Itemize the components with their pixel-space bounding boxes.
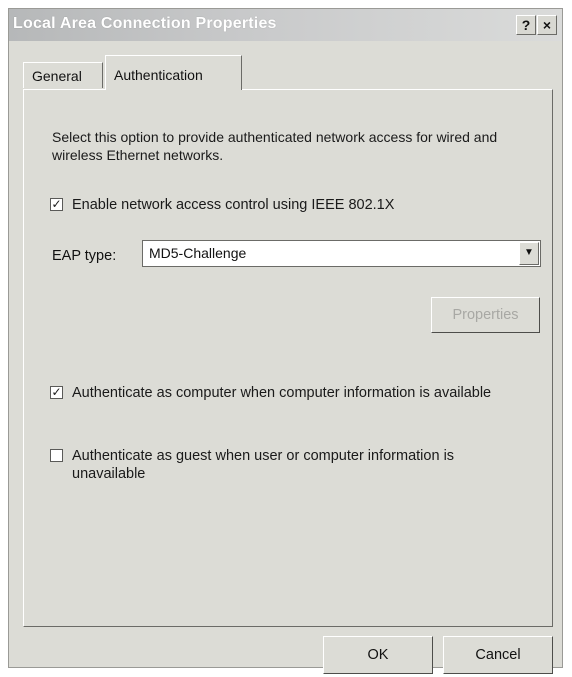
cancel-button[interactable]: Cancel: [443, 636, 553, 674]
auth-computer-label[interactable]: Authenticate as computer when computer i…: [72, 384, 512, 402]
enable-8021x-checkbox[interactable]: ✓: [50, 198, 63, 211]
properties-button[interactable]: Properties: [431, 297, 540, 333]
dropdown-arrow-icon[interactable]: ▼: [519, 242, 539, 265]
close-button[interactable]: ×: [537, 15, 557, 35]
eap-type-value: MD5-Challenge: [149, 245, 247, 261]
authentication-panel: Select this option to provide authentica…: [23, 89, 553, 627]
tab-general[interactable]: General: [23, 62, 103, 88]
eap-type-label: EAP type:: [52, 248, 117, 264]
help-button[interactable]: ?: [516, 15, 536, 35]
eap-type-select[interactable]: MD5-Challenge ▼: [142, 240, 541, 267]
window-title: Local Area Connection Properties: [13, 15, 277, 32]
description-text: Select this option to provide authentica…: [52, 129, 498, 163]
enable-8021x-label[interactable]: Enable network access control using IEEE…: [72, 196, 512, 214]
auth-guest-checkbox[interactable]: [50, 449, 63, 462]
auth-guest-label[interactable]: Authenticate as guest when user or compu…: [72, 447, 512, 483]
auth-computer-checkbox[interactable]: ✓: [50, 386, 63, 399]
tab-authentication[interactable]: Authentication: [105, 55, 242, 90]
properties-dialog: Local Area Connection Properties ? × Gen…: [8, 8, 563, 674]
title-bar[interactable]: Local Area Connection Properties ? ×: [9, 9, 562, 41]
ok-button[interactable]: OK: [323, 636, 433, 674]
